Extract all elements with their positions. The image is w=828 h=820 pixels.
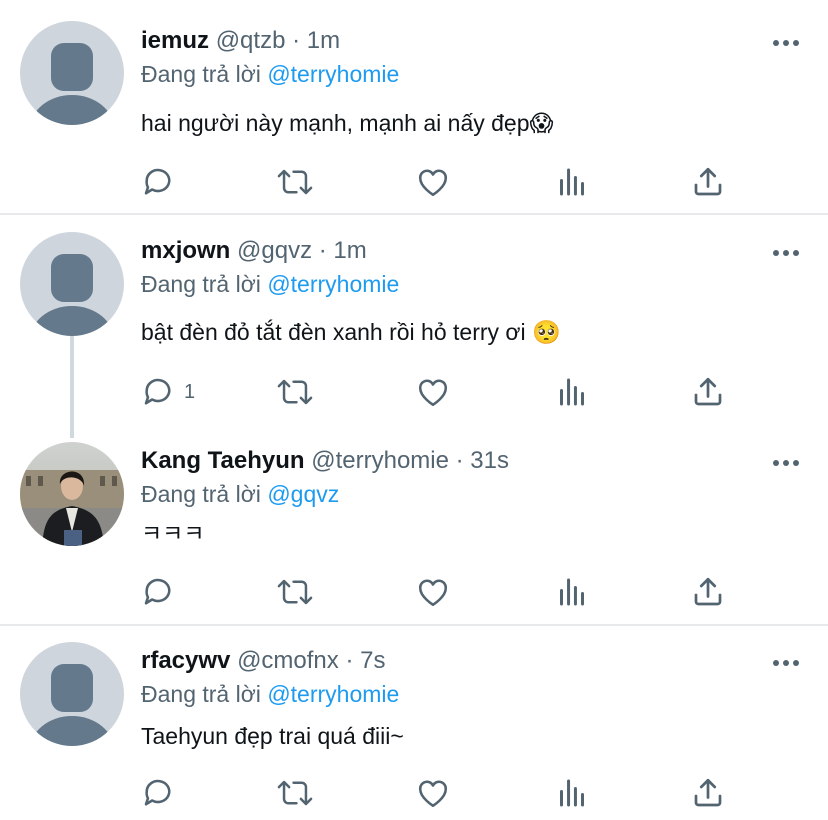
- share-button[interactable]: [690, 162, 726, 202]
- share-icon: [694, 377, 722, 406]
- author-name[interactable]: rfacywv: [141, 647, 230, 674]
- emoji: 🥺: [532, 319, 561, 345]
- share-button[interactable]: [690, 572, 726, 612]
- reply-count: 1: [184, 380, 196, 403]
- retweet-button[interactable]: [276, 162, 314, 202]
- tweet-text: Taehyun đẹp trai quá điii~: [141, 721, 404, 751]
- reply-button[interactable]: 1: [140, 372, 195, 412]
- profile-photo: [20, 442, 124, 546]
- share-icon: [694, 167, 722, 196]
- tweet-text: hai người này mạnh, mạnh ai nấy đẹp😱: [141, 108, 553, 138]
- reply-prefix: Đang trả lời: [141, 61, 261, 87]
- reply-icon: [144, 168, 171, 195]
- action-bar: [140, 773, 740, 813]
- author-handle-time: @cmofnx · 7s: [237, 647, 386, 674]
- like-button[interactable]: [415, 162, 451, 202]
- author-name[interactable]: iemuz: [141, 27, 209, 54]
- share-button[interactable]: [690, 372, 726, 412]
- views-button[interactable]: [554, 773, 590, 813]
- reply-icon: [144, 578, 171, 605]
- default-avatar[interactable]: [20, 642, 124, 746]
- views-button[interactable]: [554, 372, 590, 412]
- share-button[interactable]: [690, 773, 726, 813]
- analytics-icon: [560, 378, 584, 406]
- author-handle-time: @terryhomie · 31s: [311, 447, 510, 474]
- default-avatar-figure: [30, 254, 114, 336]
- tweet-header: mxjown @gqvz · 1m: [141, 236, 367, 266]
- emoji: 😱: [529, 110, 554, 136]
- heart-icon: [418, 780, 448, 808]
- heart-icon: [418, 169, 448, 197]
- more-icon[interactable]: [772, 245, 800, 256]
- mention-link[interactable]: @gqvz: [267, 481, 339, 507]
- divider: [0, 213, 828, 215]
- replying-to: Đang trả lời @terryhomie: [141, 59, 399, 89]
- default-avatar[interactable]: [20, 232, 124, 336]
- retweet-button[interactable]: [276, 572, 314, 612]
- reply-button[interactable]: [140, 572, 184, 612]
- analytics-icon: [560, 779, 584, 807]
- retweet-button[interactable]: [276, 372, 314, 412]
- mention-link[interactable]: @terryhomie: [267, 271, 399, 297]
- reply-icon: [144, 779, 171, 806]
- share-icon: [694, 577, 722, 606]
- analytics-icon: [560, 578, 584, 606]
- profile-photo-avatar[interactable]: [20, 442, 124, 546]
- mention-link[interactable]: @terryhomie: [267, 61, 399, 87]
- retweet-icon: [277, 169, 313, 195]
- reply-button[interactable]: [140, 773, 184, 813]
- more-icon[interactable]: [772, 455, 800, 466]
- action-bar: [140, 162, 740, 202]
- thread-line: [70, 334, 74, 438]
- tweet-text: ㅋㅋㅋ: [141, 518, 204, 548]
- tweet-text-content: bật đèn đỏ tắt đèn xanh rồi hỏ terry ơi: [141, 319, 526, 345]
- heart-icon: [418, 579, 448, 607]
- reply-prefix: Đang trả lời: [141, 681, 261, 707]
- replying-to: Đang trả lời @terryhomie: [141, 679, 399, 709]
- divider: [0, 624, 828, 626]
- author-handle-time: @gqvz · 1m: [237, 237, 367, 264]
- like-button[interactable]: [415, 572, 451, 612]
- default-avatar-figure: [30, 664, 114, 746]
- reply-prefix: Đang trả lời: [141, 481, 261, 507]
- analytics-icon: [560, 168, 584, 196]
- action-bar: [140, 572, 740, 612]
- action-bar: 1: [140, 372, 740, 412]
- tweet-header: Kang Taehyun @terryhomie · 31s: [141, 446, 509, 476]
- reply-prefix: Đang trả lời: [141, 271, 261, 297]
- reply-button[interactable]: [140, 162, 184, 202]
- replying-to: Đang trả lời @gqvz: [141, 479, 339, 509]
- reply-icon: [144, 378, 171, 405]
- more-icon[interactable]: [772, 655, 800, 666]
- retweet-button[interactable]: [276, 773, 314, 813]
- author-handle-time: @qtzb · 1m: [215, 27, 341, 54]
- author-name[interactable]: Kang Taehyun: [141, 447, 305, 474]
- default-avatar-figure: [30, 43, 114, 125]
- tweet-text-content: hai người này mạnh, mạnh ai nấy đẹp: [141, 110, 530, 136]
- retweet-icon: [277, 379, 313, 405]
- share-icon: [694, 778, 722, 807]
- tweet-header: rfacywv @cmofnx · 7s: [141, 646, 385, 676]
- views-button[interactable]: [554, 572, 590, 612]
- views-button[interactable]: [554, 162, 590, 202]
- heart-icon: [418, 379, 448, 407]
- default-avatar[interactable]: [20, 21, 124, 125]
- more-icon[interactable]: [772, 35, 800, 46]
- tweet-header: iemuz @qtzb · 1m: [141, 26, 340, 56]
- tweet-text-content: ㅋㅋㅋ: [141, 520, 205, 546]
- replying-to: Đang trả lời @terryhomie: [141, 269, 399, 299]
- author-name[interactable]: mxjown: [141, 237, 230, 264]
- mention-link[interactable]: @terryhomie: [267, 681, 399, 707]
- like-button[interactable]: [415, 773, 451, 813]
- like-button[interactable]: [415, 372, 451, 412]
- retweet-icon: [277, 780, 313, 806]
- retweet-icon: [277, 579, 313, 605]
- tweet-text: bật đèn đỏ tắt đèn xanh rồi hỏ terry ơi …: [141, 317, 561, 347]
- tweet-text-content: Taehyun đẹp trai quá điii~: [141, 723, 404, 749]
